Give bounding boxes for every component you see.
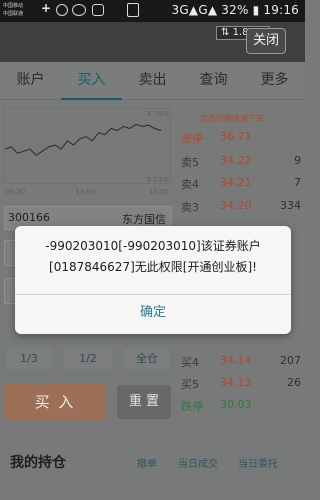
order-volume: 207 (280, 354, 301, 367)
reset-button[interactable]: 重 置 (117, 385, 171, 419)
stock-code: 300166 (8, 211, 50, 224)
order-volume: 26 (287, 376, 301, 389)
signal-3g: 3G (171, 3, 189, 17)
order-book-row[interactable]: 卖3 34.20 334 (178, 197, 303, 215)
carrier-1: 中国移动 (3, 3, 24, 9)
tab-more[interactable]: 更多 (244, 62, 305, 100)
order-level-label: 跌停 (181, 400, 203, 413)
chart-time-start: 09:30 (5, 188, 26, 196)
buy-button[interactable]: 买 入 (4, 384, 106, 420)
tab-buy[interactable]: 买入 (61, 62, 122, 100)
ratio-all-button[interactable]: 全仓 (123, 347, 171, 371)
order-level-label: 卖3 (181, 201, 199, 214)
order-price: 34.22 (220, 154, 252, 167)
status-right: 3G▲G▲ 32% ▮ 19:16 (171, 3, 299, 17)
order-price: 34.21 (220, 176, 252, 189)
dialog-ok-button[interactable]: 确定 (15, 295, 291, 334)
stock-name: 东方国信 (122, 213, 166, 226)
tab-sell[interactable]: 卖出 (122, 62, 183, 100)
chart-svg (3, 108, 171, 184)
price-line (4, 123, 162, 156)
chart-time-end: 15:00 (148, 188, 169, 196)
order-price: 30.03 (220, 398, 252, 411)
holdings-title: 我的持仓 (10, 455, 66, 471)
order-volume: 9 (294, 154, 301, 167)
order-volume: 334 (280, 199, 301, 212)
error-dialog: -990203010[-990203010]该证券账户[0187846627]无… (15, 226, 291, 334)
qq-icon (56, 4, 68, 16)
battery-percent: 32% (221, 3, 249, 17)
order-book-row[interactable]: 卖4 34.21 7 (178, 174, 303, 192)
ratio-half-button[interactable]: 1/2 (64, 347, 112, 371)
order-price: 34.14 (220, 354, 252, 367)
order-price: 34.13 (220, 376, 252, 389)
today-orders-link[interactable]: 当日委托 (238, 455, 278, 470)
order-level-label: 卖5 (181, 156, 199, 169)
chart-top-pct: 4.79% (146, 110, 169, 118)
order-volume: 7 (294, 176, 301, 189)
carrier-text: 中国移动 中国联通 (3, 2, 23, 18)
order-book-row[interactable]: 涨停 36.71 (178, 128, 303, 146)
ratio-one-third-button[interactable]: 1/3 (5, 347, 53, 371)
order-book-row[interactable]: 买5 34.13 26 (178, 374, 303, 392)
dialog-message: -990203010[-990203010]该证券账户[0187846627]无… (45, 239, 261, 274)
order-book-row[interactable]: 跌停 30.03 (178, 396, 303, 414)
cancel-order-link[interactable]: 撤单 (137, 455, 157, 470)
wechat-icon (72, 4, 86, 16)
status-bar: 中国移动 中国联通 + 3G▲G▲ 32% ▮ 19:16 (0, 0, 305, 22)
tab-query[interactable]: 查询 (183, 62, 244, 100)
order-book-row[interactable]: 买4 34.14 207 (178, 352, 303, 370)
order-level-label: 涨停 (181, 132, 203, 145)
tab-account[interactable]: 账户 (0, 62, 61, 100)
clock: 19:16 (263, 3, 299, 17)
mute-icon (127, 3, 139, 17)
close-button[interactable]: 关闭 (246, 28, 286, 54)
order-level-label: 卖4 (181, 178, 199, 191)
chart-bottom-pct: 5.01% (146, 176, 169, 184)
signal-g: G (198, 3, 208, 17)
order-level-label: 买4 (181, 356, 199, 369)
chart-time-mid: 13:00 (75, 188, 96, 196)
order-level-label: 买5 (181, 378, 199, 391)
intraday-chart: 4.79% 5.01% 09:30 13:00 15:00 (3, 108, 171, 198)
main-tabs: 账户 买入 卖出 查询 更多 (0, 62, 305, 100)
top-bar: ⇅ 1.8K/S 关闭 (0, 22, 305, 62)
today-trades-link[interactable]: 当日成交 (178, 455, 218, 470)
order-book-row[interactable]: 卖5 34.22 9 (178, 152, 303, 170)
order-book-hint: 点击价格快速下单 (200, 114, 264, 123)
order-price: 36.71 (220, 130, 252, 143)
order-price: 34.20 (220, 199, 252, 212)
plus-icon: + (40, 1, 52, 15)
image-icon (92, 4, 104, 16)
carrier-2: 中国联通 (3, 11, 24, 17)
